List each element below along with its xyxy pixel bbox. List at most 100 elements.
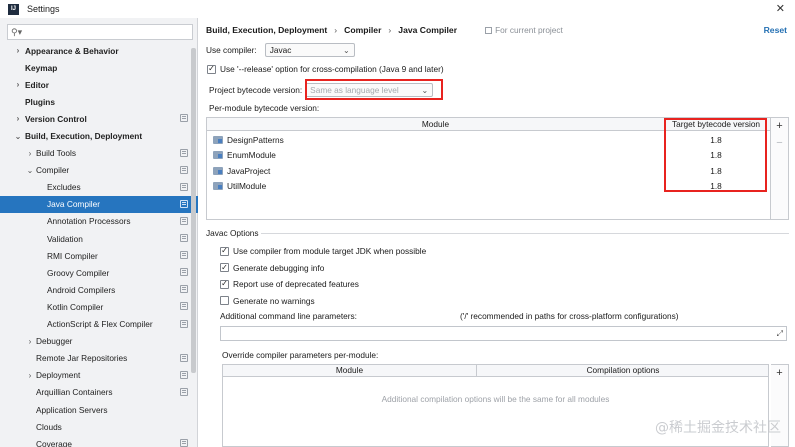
- column-header-target-version[interactable]: Target bytecode version: [666, 118, 766, 131]
- reset-link[interactable]: Reset: [764, 25, 787, 35]
- expand-field-icon[interactable]: ⤢: [777, 329, 783, 339]
- module-name: JavaProject: [227, 165, 271, 176]
- table-row[interactable]: EnumModule 1.8: [207, 148, 766, 164]
- module-name: DesignPatterns: [227, 134, 284, 145]
- sidebar-item-validation[interactable]: Validation: [0, 230, 198, 247]
- sidebar-item-appearance-behavior[interactable]: › Appearance & Behavior: [0, 42, 198, 59]
- add-module-button[interactable]: +: [771, 118, 788, 135]
- module-folder-icon: [213, 166, 223, 175]
- sidebar-item-coverage[interactable]: Coverage: [0, 435, 198, 447]
- sidebar-item-label: Arquillian Containers: [36, 387, 113, 398]
- javac-option-label: Generate no warnings: [233, 295, 315, 306]
- no-warnings-checkbox[interactable]: [220, 296, 229, 305]
- sidebar-item-label: Compiler: [36, 165, 70, 176]
- sidebar-item-editor[interactable]: › Editor: [0, 76, 198, 93]
- project-settings-icon: [180, 439, 188, 447]
- close-icon[interactable]: ✕: [776, 2, 785, 15]
- sidebar-item-rmi-compiler[interactable]: RMI Compiler: [0, 247, 198, 264]
- table-row[interactable]: DesignPatterns 1.8: [207, 132, 766, 148]
- watermark: @稀土掘金技术社区: [655, 420, 781, 436]
- column-header-compilation-options[interactable]: Compilation options: [478, 365, 768, 377]
- module-version[interactable]: 1.8: [666, 166, 766, 176]
- sidebar-item-android-compilers[interactable]: Android Compilers: [0, 281, 198, 298]
- per-module-label: Per-module bytecode version:: [209, 103, 320, 113]
- sidebar-item-compiler[interactable]: ⌄ Compiler: [0, 162, 198, 179]
- chevron-right-icon[interactable]: ›: [26, 149, 34, 158]
- sidebar-item-remote-jar-repositories[interactable]: Remote Jar Repositories: [0, 350, 198, 367]
- chevron-right-icon[interactable]: ›: [14, 46, 22, 55]
- sidebar-item-clouds[interactable]: Clouds: [0, 418, 198, 435]
- sidebar-item-plugins[interactable]: Plugins: [0, 93, 198, 110]
- use-compiler-row: Use compiler: Javac ⌄: [206, 43, 355, 57]
- project-settings-icon: [180, 319, 188, 328]
- chevron-right-icon[interactable]: ›: [14, 80, 22, 89]
- module-target-jdk-checkbox[interactable]: [220, 246, 229, 256]
- sidebar-item-label: RMI Compiler: [47, 250, 98, 261]
- sidebar-item-debugger[interactable]: › Debugger: [0, 333, 198, 350]
- add-override-button[interactable]: +: [771, 365, 788, 382]
- table-row[interactable]: UtilModule 1.8: [207, 179, 766, 195]
- sidebar-item-keymap[interactable]: Keymap: [0, 59, 198, 76]
- scope-note: For current project: [485, 25, 563, 35]
- chevron-right-icon[interactable]: ›: [26, 371, 34, 380]
- debugging-info-checkbox[interactable]: [220, 263, 229, 272]
- window-title: Settings: [27, 4, 60, 14]
- table-header: Module Compilation options: [223, 365, 768, 377]
- sidebar-item-label: Coverage: [36, 438, 72, 447]
- sidebar-item-application-servers[interactable]: Application Servers: [0, 401, 198, 418]
- sidebar-item-version-control[interactable]: › Version Control: [0, 110, 198, 127]
- column-header-module[interactable]: Module: [207, 118, 665, 131]
- remove-module-button[interactable]: −: [771, 135, 788, 152]
- sidebar-item-excludes[interactable]: Excludes: [0, 179, 198, 196]
- bytecode-version-select[interactable]: Same as language level ⌄: [305, 83, 434, 97]
- javac-option-row[interactable]: Generate debugging info: [220, 263, 324, 273]
- use-compiler-select[interactable]: Javac ⌄: [264, 43, 355, 57]
- javac-option-row[interactable]: Generate no warnings: [220, 296, 315, 306]
- cmdline-hint: ('/' recommended in paths for cross-plat…: [460, 311, 679, 321]
- module-version[interactable]: 1.8: [666, 181, 766, 191]
- sidebar-item-java-compiler[interactable]: Java Compiler: [0, 195, 198, 213]
- sidebar-item-label: Validation: [47, 233, 83, 244]
- column-header-module[interactable]: Module: [223, 365, 477, 377]
- chevron-right-icon[interactable]: ›: [14, 114, 22, 123]
- table-header: Module Target bytecode version: [207, 118, 770, 131]
- settings-sidebar: ⚲▾ › Appearance & Behavior Keymap › Editor Pl…: [0, 18, 198, 447]
- sidebar-item-label: ActionScript & Flex Compiler: [47, 319, 153, 330]
- sidebar-item-deployment[interactable]: › Deployment: [0, 367, 198, 384]
- release-option-row[interactable]: Use '--release' option for cross-compila…: [207, 64, 444, 74]
- search-input[interactable]: [24, 25, 185, 39]
- bytecode-version-label: Project bytecode version:: [209, 85, 303, 95]
- chevron-right-icon[interactable]: ›: [26, 337, 34, 346]
- sidebar-scrollbar[interactable]: [191, 48, 196, 373]
- sidebar-item-kotlin-compiler[interactable]: Kotlin Compiler: [0, 298, 198, 315]
- module-table-toolbar: + −: [771, 117, 789, 220]
- javac-option-row[interactable]: Use compiler from module target JDK when…: [220, 246, 426, 256]
- breadcrumb-item: Build, Execution, Deployment: [206, 25, 328, 35]
- javac-option-row[interactable]: Report use of deprecated features: [220, 279, 359, 289]
- javac-options-divider: [261, 233, 789, 234]
- module-folder-icon: [213, 182, 223, 191]
- cmdline-label: Additional command line parameters:: [220, 311, 357, 321]
- project-settings-icon: [180, 387, 188, 396]
- sidebar-item-build-tools[interactable]: › Build Tools: [0, 145, 198, 162]
- sidebar-item-groovy-compiler[interactable]: Groovy Compiler: [0, 264, 198, 281]
- project-settings-icon: [180, 148, 188, 157]
- sidebar-item-build-execution-deployment[interactable]: ⌄ Build, Execution, Deployment: [0, 127, 198, 144]
- release-option-checkbox[interactable]: [207, 64, 216, 74]
- cmdline-parameters-field[interactable]: ⤢: [220, 326, 787, 341]
- deprecated-features-checkbox[interactable]: [220, 279, 229, 289]
- project-settings-icon: [180, 182, 188, 191]
- sidebar-item-label: Build Tools: [36, 148, 76, 159]
- sidebar-item-actionscript-flex-compiler[interactable]: ActionScript & Flex Compiler: [0, 316, 198, 333]
- module-version[interactable]: 1.8: [666, 150, 766, 160]
- sidebar-item-annotation-processors[interactable]: Annotation Processors: [0, 213, 198, 230]
- javac-options-heading: Javac Options: [206, 228, 259, 238]
- bytecode-version-placeholder: Same as language level: [310, 85, 399, 95]
- table-row[interactable]: JavaProject 1.8: [207, 163, 766, 179]
- sidebar-item-arquillian-containers[interactable]: Arquillian Containers: [0, 384, 198, 401]
- chevron-down-icon[interactable]: ⌄: [14, 132, 22, 141]
- chevron-down-icon[interactable]: ⌄: [26, 166, 34, 175]
- project-settings-icon: [180, 302, 188, 311]
- module-version[interactable]: 1.8: [666, 135, 766, 145]
- override-label: Override compiler parameters per-module:: [222, 350, 379, 360]
